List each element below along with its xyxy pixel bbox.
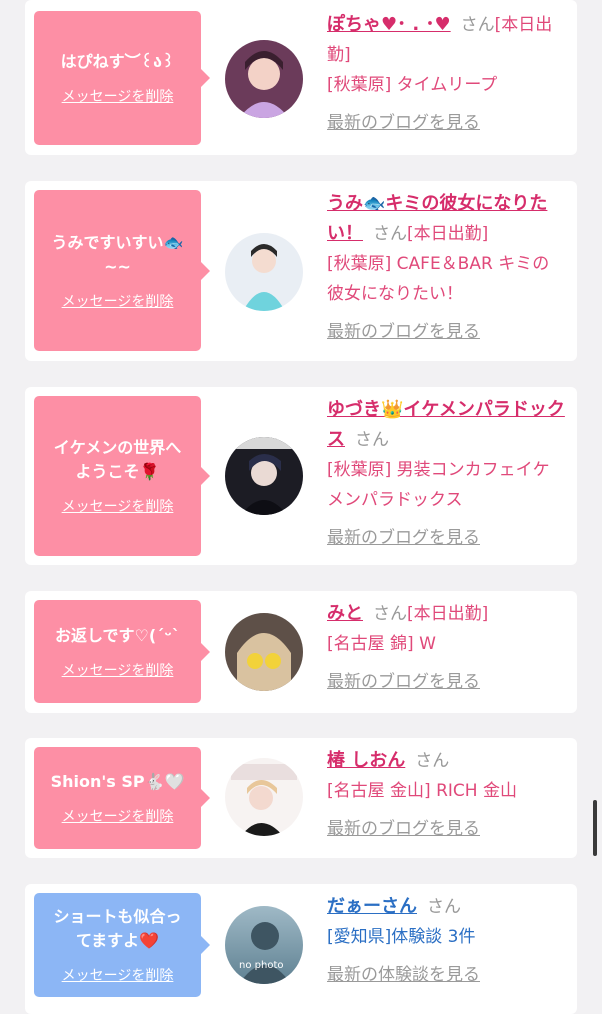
message-bubble: ショートも似合っ てますよ❤️ メッセージを削除 [34,893,210,997]
sender-name[interactable]: 椿 しおん [327,750,405,771]
shop-location: [名古屋 金山] RICH 金山 [327,781,517,801]
honorific: さん [355,430,389,450]
avatar[interactable] [225,233,303,311]
status-badge: [本日出勤] [407,224,489,244]
blog-link[interactable]: 最新のブログを見る [327,814,565,844]
message-card: Shion's SP🐇🤍 メッセージを削除 椿 しおん さん [名古屋 金山] R… [25,738,577,858]
message-bubble: お返しです♡(ˊᵕˋ メッセージを削除 [34,600,210,703]
delete-message-link[interactable]: メッセージを削除 [42,291,193,311]
message-card: うみですいすい🐟 ~~ メッセージを削除 うみ🐟キミの彼女になりたい！ さん[本日… [25,181,577,361]
person-photo-icon [225,437,303,515]
review-link[interactable]: 最新の体験談を見る [327,960,565,990]
sender-info: みと さん[本日出勤] [名古屋 錦] W 最新のブログを見る [327,599,565,697]
honorific: さん [415,751,450,771]
delete-message-link[interactable]: メッセージを削除 [42,806,193,826]
status-badge: [本日出勤] [407,604,489,624]
avatar[interactable] [225,437,303,515]
avatar[interactable] [225,40,303,118]
shop-location: [秋葉原] CAFE＆BAR キミの彼女になりたい！ [327,254,550,304]
message-card: イケメンの世界へ ようこそ🌹 メッセージを削除 ゆづき👑イケメンパラドックス さん… [25,387,577,565]
delete-message-link[interactable]: メッセージを削除 [42,660,193,680]
message-text: ショートも似合っ てますよ❤️ [53,907,182,950]
honorific: さん [373,604,407,624]
person-photo-icon [225,613,303,691]
blog-link[interactable]: 最新のブログを見る [327,667,565,697]
person-photo-icon [225,758,303,836]
blog-link[interactable]: 最新のブログを見る [327,523,565,553]
message-bubble: はぴねす︶꒰ა꒱ メッセージを削除 [34,11,210,145]
shop-location: [秋葉原] 男装コンカフェイケメンパラドックス [327,460,550,510]
sender-name[interactable]: だぁーさん [327,896,417,917]
message-card: お返しです♡(ˊᵕˋ メッセージを削除 みと さん[本日出勤] [名古屋 錦] W… [25,591,577,713]
delete-message-link[interactable]: メッセージを削除 [42,86,193,106]
blog-link[interactable]: 最新のブログを見る [327,317,565,347]
person-photo-icon [225,40,303,118]
shop-location: [名古屋 錦] W [327,634,436,654]
sender-info: だぁーさん さん [愛知県]体験談 3件 最新の体験談を見る [327,892,565,990]
sender-info: ゆづき👑イケメンパラドックス さん [秋葉原] 男装コンカフェイケメンパラドックス… [327,395,565,553]
shop-location: [愛知県]体験談 3件 [327,927,476,947]
message-card: はぴねす︶꒰ა꒱ メッセージを削除 ぽちゃ♥︎･ . ･︎♥ さん[本日出勤] [… [25,0,577,155]
delete-message-link[interactable]: メッセージを削除 [42,496,193,516]
sender-info: うみ🐟キミの彼女になりたい！ さん[本日出勤] [秋葉原] CAFE＆BAR キミ… [327,189,565,347]
person-photo-icon [225,233,303,311]
message-text: はぴねす︶꒰ა꒱ [60,52,175,71]
no-photo-icon: no photo [225,906,303,984]
sender-name[interactable]: ぽちゃ♥︎･ . ･︎♥ [327,14,451,35]
message-text: うみですいすい🐟 ~~ [51,232,184,276]
avatar[interactable] [225,758,303,836]
avatar[interactable] [225,613,303,691]
message-card: ショートも似合っ てますよ❤️ メッセージを削除 no photo だぁーさんさ… [25,884,577,1014]
no-photo-text: no photo [239,960,283,971]
delete-message-link[interactable]: メッセージを削除 [42,965,193,985]
sender-name[interactable]: みと [327,603,363,624]
message-bubble: Shion's SP🐇🤍 メッセージを削除 [34,747,210,849]
message-text: お返しです♡(ˊᵕˋ [55,625,180,645]
message-bubble: うみですいすい🐟 ~~ メッセージを削除 [34,190,210,351]
message-text: Shion's SP🐇🤍 [50,772,185,791]
honorific: さん [427,897,461,917]
shop-location: [秋葉原] タイムリープ [327,75,498,95]
sender-info: ぽちゃ♥︎･ . ･︎♥ さん[本日出勤] [秋葉原] タイムリープ 最新のブログ… [327,10,565,138]
honorific: さん [460,15,495,35]
sender-info: 椿 しおん さん [名古屋 金山] RICH 金山 最新のブログを見る [327,746,565,844]
avatar[interactable]: no photo [225,906,303,984]
blog-link[interactable]: 最新のブログを見る [327,108,565,138]
honorific: さん [373,224,407,244]
message-text: イケメンの世界へ ようこそ🌹 [53,438,182,481]
message-bubble: イケメンの世界へ ようこそ🌹 メッセージを削除 [34,396,210,556]
scrollbar[interactable] [593,800,597,856]
